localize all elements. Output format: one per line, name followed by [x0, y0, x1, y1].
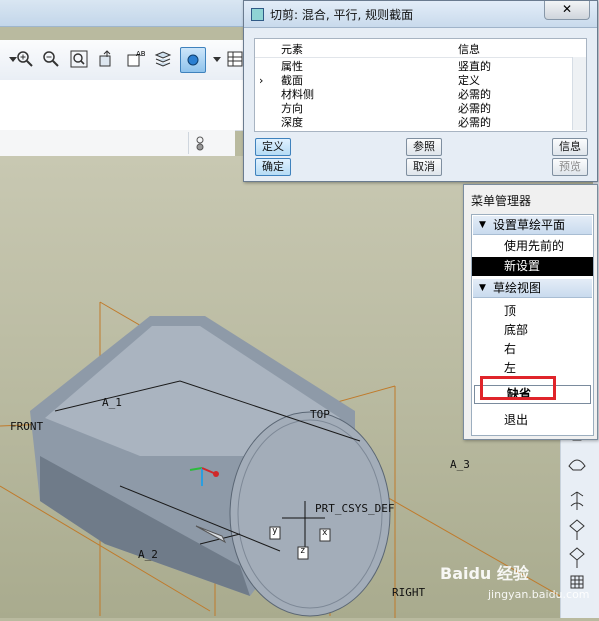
collapse-triangle-icon: ▼: [479, 283, 486, 293]
table-row[interactable]: 材料侧 必需的: [255, 88, 586, 102]
elements-table: 元素 信息 属性 竖直的 › 截面 定义 材料侧 必需的 方向 必需的 深度 必…: [254, 38, 587, 132]
mirror-tool-icon: [570, 491, 584, 510]
row-info: 定义: [458, 74, 480, 87]
constraint-tool-icon: [569, 547, 585, 568]
row-info: 必需的: [458, 102, 491, 115]
table-row[interactable]: 深度 必需的: [255, 116, 586, 130]
menu-item-label: 右: [504, 342, 517, 356]
table-row[interactable]: 属性 竖直的: [255, 60, 586, 74]
reorient-icon[interactable]: [96, 48, 118, 70]
menu-manager: 菜单管理器 ▼ 设置草绘平面 使用先前的 新设置 ▼ 草绘视图 顶 底部 右 左…: [463, 184, 598, 440]
table-header: 元素 信息: [255, 39, 586, 58]
zoom-in-icon[interactable]: [14, 48, 36, 70]
column-header-info: 信息: [458, 43, 480, 56]
row-info: 必需的: [458, 116, 491, 129]
row-info: 必需的: [458, 88, 491, 101]
row-info: 竖直的: [458, 60, 491, 73]
collapse-triangle-icon: ▼: [479, 220, 486, 230]
row-element: 材料侧: [281, 88, 314, 101]
menu-item-label: 新设置: [504, 259, 541, 273]
column-header-element: 元素: [281, 43, 303, 56]
menu-item-right[interactable]: 右: [472, 340, 593, 359]
tree-filter-icon[interactable]: [188, 132, 211, 154]
feature-dialog: 切剪: 混合, 平行, 规则截面 ✕ 元素 信息 属性 竖直的 › 截面 定义 …: [243, 0, 598, 182]
section-label: 草绘视图: [493, 281, 542, 295]
zoom-fit-icon[interactable]: [68, 48, 90, 70]
menu-item-use-previous[interactable]: 使用先前的: [472, 237, 593, 256]
axis-label-a2: A_2: [138, 548, 158, 561]
menu-item-new-setup[interactable]: 新设置: [472, 257, 593, 276]
menu-item-label: 退出: [504, 413, 529, 427]
menu-item-label: 使用先前的: [504, 239, 565, 253]
ok-button[interactable]: 确定: [255, 158, 291, 176]
dialog-title: 切剪: 混合, 平行, 规则截面: [270, 8, 414, 22]
axis-label-a3: A_3: [450, 458, 470, 471]
menu-list: ▼ 设置草绘平面 使用先前的 新设置 ▼ 草绘视图 顶 底部 右 左 缺省 退出: [471, 214, 594, 436]
row-element: 深度: [281, 116, 303, 129]
status-strip: [0, 130, 235, 157]
close-button[interactable]: ✕: [544, 1, 590, 20]
dialog-title-bar: 切剪: 混合, 平行, 规则截面 ✕: [244, 1, 597, 28]
svg-text:AB: AB: [136, 50, 145, 58]
menu-item-exit[interactable]: 退出: [472, 411, 593, 430]
table-row[interactable]: 方向 必需的: [255, 102, 586, 116]
current-row-marker: ›: [259, 74, 264, 87]
shading-icon[interactable]: [180, 47, 206, 73]
axis-label-a1: A_1: [102, 396, 122, 409]
datum-label-front: FRONT: [10, 420, 44, 433]
watermark-logo: Baidu 经验: [440, 564, 529, 583]
menu-item-bottom[interactable]: 底部: [472, 321, 593, 340]
csys-y-label: y: [272, 526, 278, 536]
layers-icon[interactable]: [152, 48, 174, 70]
csys-label: PRT_CSYS_DEF: [315, 502, 395, 515]
preview-button[interactable]: 预览: [552, 158, 588, 176]
highlight-box: [480, 376, 556, 400]
toolbar: AB: [0, 40, 250, 81]
define-button[interactable]: 定义: [255, 138, 291, 156]
section-sketch-view[interactable]: ▼ 草绘视图: [473, 279, 592, 298]
info-button[interactable]: 信息: [552, 138, 588, 156]
table-scrollbar[interactable]: [572, 57, 586, 130]
menu-manager-title: 菜单管理器: [471, 194, 532, 208]
menu-item-label: 顶: [504, 304, 517, 318]
cancel-button[interactable]: 取消: [406, 158, 442, 176]
row-element: 截面: [281, 74, 303, 87]
row-element: 属性: [281, 60, 303, 73]
dimension-tool-icon: [569, 519, 585, 540]
dialog-app-icon: [251, 8, 264, 21]
row-element: 方向: [281, 102, 303, 115]
table-row[interactable]: › 截面 定义: [255, 74, 586, 88]
datum-label-top: TOP: [310, 408, 330, 421]
watermark-url: jingyan.baidu.com: [488, 588, 590, 601]
reference-button[interactable]: 参照: [406, 138, 442, 156]
tool-panel: [0, 80, 250, 131]
csys-x-label: x: [322, 528, 328, 538]
zoom-out-icon[interactable]: [40, 48, 62, 70]
menu-item-label: 底部: [504, 323, 529, 337]
datum-label-right: RIGHT: [392, 586, 426, 599]
csys-z-label: z: [300, 546, 306, 556]
saved-views-icon[interactable]: AB: [124, 48, 146, 70]
section-label: 设置草绘平面: [493, 218, 566, 232]
arc-tool-icon: [568, 459, 586, 471]
menu-item-top[interactable]: 顶: [472, 302, 593, 321]
table-tool-icon: [570, 575, 584, 589]
section-sketch-plane[interactable]: ▼ 设置草绘平面: [473, 216, 592, 235]
